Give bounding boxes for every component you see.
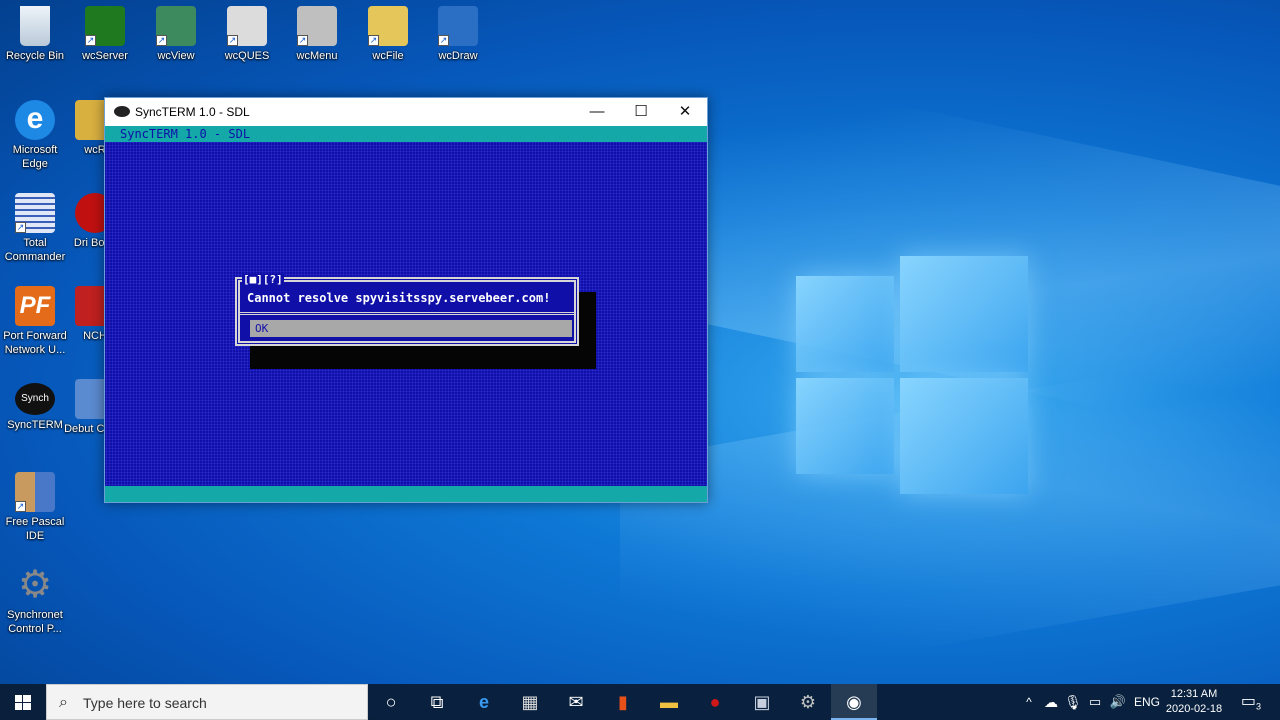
cortana-icon[interactable]: ○ [368,684,414,720]
portforward-icon: PF [15,286,55,326]
volume-icon[interactable]: 🔊 [1106,684,1130,720]
terminal-status-line: SyncTERM 1.0 - SDL [105,126,707,142]
ok-button[interactable]: OK [248,320,572,337]
desktop-icon-wcmenu[interactable]: ↗ wcMenu [282,6,352,63]
clock-date: 2020-02-18 [1165,703,1223,715]
desktop-icon-wcques[interactable]: ↗ wcQUES [212,6,282,63]
syncterm-icon[interactable]: ◉ [831,684,877,720]
total-commander-icon[interactable]: ▣ [739,684,785,720]
maximize-button[interactable]: ☐ [619,98,663,126]
edge-icon: e [15,100,55,140]
microphone-icon[interactable]: 🎙 [1062,684,1084,720]
language-indicator[interactable]: ENG [1132,684,1162,720]
desktop-icon-wcdraw[interactable]: ↗ wcDraw [423,6,493,63]
onedrive-cloud-icon[interactable]: ☁ [1040,684,1062,720]
synchronet-gear-icon: ⚙ [17,564,53,606]
syncterm-icon [114,106,130,117]
search-placeholder: Type here to search [83,695,207,711]
chevron-up-icon[interactable]: ^ [1018,684,1040,720]
file-explorer-icon[interactable]: ▬ [646,684,692,720]
driver-booster-icon[interactable]: ● [692,684,738,720]
close-button[interactable]: ✕ [663,98,707,126]
mail-icon[interactable]: ✉ [553,684,599,720]
taskbar-clock[interactable]: 12:31 AM 2020-02-18 [1162,687,1226,717]
total-commander-icon: ↗ [15,193,55,233]
free-pascal-icon: ↗ [15,472,55,512]
windows-start-icon [15,695,31,710]
store-icon[interactable]: ▦ [507,684,553,720]
desktop-icon-wcview[interactable]: ↗ wcView [141,6,211,63]
edge-icon[interactable]: e [461,684,507,720]
dialog-divider [239,312,575,315]
clock-time: 12:31 AM [1170,688,1218,700]
dialog-message: Cannot resolve spyvisitsspy.servebeer.co… [247,291,551,305]
desktop-icon-free-pascal[interactable]: ↗ Free Pascal IDE [0,472,70,543]
recycle-bin-icon [20,6,50,46]
syncterm-window[interactable]: SyncTERM 1.0 - SDL — ☐ ✕ SyncTERM 1.0 - … [104,97,708,503]
wcdraw-icon: ↗ [438,6,478,46]
notification-center-button[interactable]: ▭3 [1236,684,1266,720]
dialog-title[interactable]: [■][?] [242,274,284,285]
wcfile-icon: ↗ [368,6,408,46]
wcview-icon: ↗ [156,6,196,46]
syncterm-icon: Synch [15,383,55,415]
search-icon: ⌕ [59,694,68,711]
terminal-screen[interactable]: SyncTERM 1.0 - SDL [■][?] Cannot resolve… [105,126,707,502]
notification-icon: ▭ [1240,693,1257,710]
wcserver-icon: ↗ [85,6,125,46]
wcmenu-icon: ↗ [297,6,337,46]
notification-count: 3 [1256,701,1262,712]
error-dialog: [■][?] Cannot resolve spyvisitsspy.serve… [235,274,579,346]
minimize-button[interactable]: — [575,98,619,126]
terminal-bottom-bar [105,486,707,502]
start-button[interactable] [0,684,46,720]
synchronet-gear-icon[interactable]: ⚙ [785,684,831,720]
window-titlebar[interactable]: SyncTERM 1.0 - SDL — ☐ ✕ [105,98,707,126]
desktop-icon-recycle-bin[interactable]: Recycle Bin [0,6,70,63]
desktop-icon-wcfile[interactable]: ↗ wcFile [353,6,423,63]
windows-logo-wallpaper [796,256,1028,494]
desktop-icon-synchronet-control[interactable]: ⚙ Synchronet Control P... [0,565,70,636]
network-icon[interactable]: ▭ [1084,684,1106,720]
wcques-icon: ↗ [227,6,267,46]
taskbar: ⌕ Type here to search ○ ⧉ e ▦ ✉ ▮ ▬ ● ▣ … [0,684,1280,720]
taskbar-search-box[interactable]: ⌕ Type here to search [46,684,368,720]
task-view-icon[interactable]: ⧉ [414,684,460,720]
office-icon[interactable]: ▮ [600,684,646,720]
window-title: SyncTERM 1.0 - SDL [135,105,250,119]
desktop-icon-wcserver[interactable]: ↗ wcServer [70,6,140,63]
